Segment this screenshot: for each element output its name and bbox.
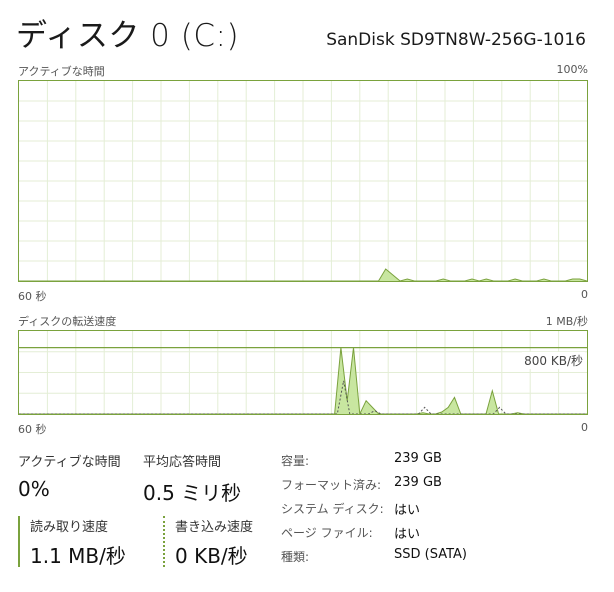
capacity-value: 239 GB bbox=[394, 451, 442, 466]
type-label: 種類: bbox=[281, 550, 310, 564]
system-disk-label: システム ディスク: bbox=[281, 502, 384, 516]
formatted-value: 239 GB bbox=[394, 475, 442, 490]
transfer-zero-label: 0 bbox=[581, 421, 588, 434]
type-value: SSD (SATA) bbox=[394, 547, 467, 562]
transfer-rate-graph bbox=[19, 331, 587, 414]
transfer-duration-label: 60 秒 bbox=[18, 423, 47, 436]
active-time-chart bbox=[18, 80, 588, 282]
avg-response-label: 平均応答時間 bbox=[143, 455, 222, 470]
page-file-value: はい bbox=[394, 527, 421, 542]
read-legend-line bbox=[18, 516, 20, 567]
active-time-zero-label: 0 bbox=[581, 288, 588, 301]
write-legend-line bbox=[163, 516, 165, 567]
capacity-label: 容量: bbox=[281, 454, 310, 468]
active-time-max-label: 100% bbox=[556, 63, 588, 76]
active-time-graph bbox=[19, 81, 587, 281]
formatted-label: フォーマット済み: bbox=[281, 478, 382, 492]
read-speed-value: 1.1 MB/秒 bbox=[30, 544, 126, 568]
system-disk-value: はい bbox=[394, 503, 421, 518]
read-speed-label: 読み取り速度 bbox=[30, 520, 109, 535]
page-file-label: ページ ファイル: bbox=[281, 526, 373, 540]
active-time-duration-label: 60 秒 bbox=[18, 290, 47, 303]
disk-model: SanDisk SD9TN8W-256G-1016 bbox=[326, 30, 586, 50]
transfer-chart-label: ディスクの転送速度 bbox=[18, 315, 117, 328]
active-time-stat-value: 0% bbox=[18, 477, 50, 501]
disk-title: ディスク 0 (C:) bbox=[16, 18, 240, 54]
transfer-max-label: 1 MB/秒 bbox=[545, 315, 588, 328]
active-time-stat-label: アクティブな時間 bbox=[18, 455, 121, 470]
transfer-rate-chart: 800 KB/秒 bbox=[18, 330, 588, 415]
transfer-ref-label: 800 KB/秒 bbox=[522, 352, 585, 369]
write-speed-value: 0 KB/秒 bbox=[175, 544, 248, 568]
active-time-chart-label: アクティブな時間 bbox=[18, 65, 105, 78]
avg-response-value: 0.5 ミリ秒 bbox=[143, 481, 242, 505]
write-speed-label: 書き込み速度 bbox=[175, 520, 254, 535]
